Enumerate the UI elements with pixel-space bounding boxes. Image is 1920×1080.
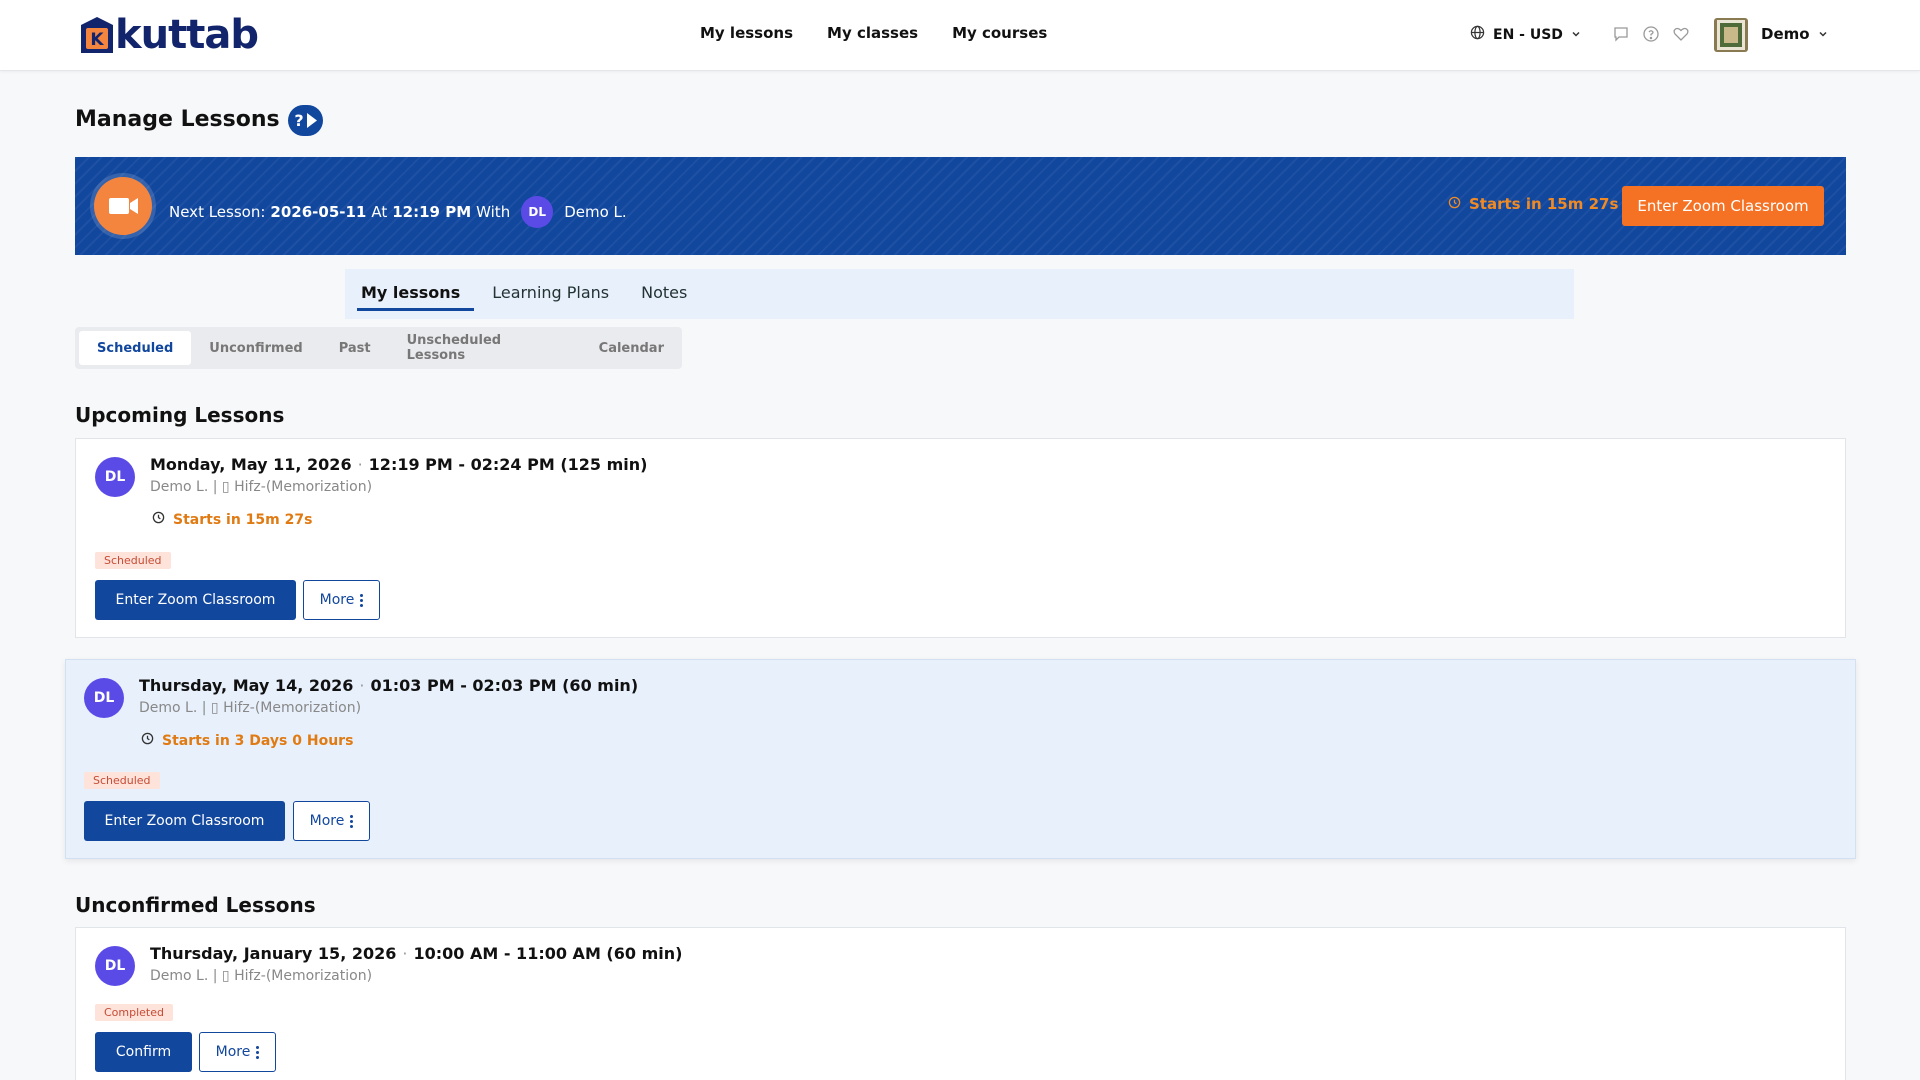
next-lesson-time: 12:19 PM [392, 203, 472, 221]
more-button-label: More [215, 1044, 251, 1060]
subtab-unscheduled-lessons[interactable]: Unscheduled Lessons [389, 331, 581, 365]
teacher-name: Demo L. [564, 203, 627, 221]
next-lesson-at: At [371, 203, 388, 221]
teacher-avatar: DL [95, 457, 135, 497]
lesson-card: DL Thursday, January 15, 2026 · 10:00 AM -… [75, 927, 1846, 1080]
status-badge: Completed [95, 1004, 173, 1021]
teacher-avatar: DL [95, 946, 135, 986]
nav-my-courses[interactable]: My courses [952, 24, 1047, 42]
language-currency-label: EN - USD [1493, 26, 1563, 43]
status-badge: Scheduled [95, 552, 171, 569]
enter-zoom-classroom-button[interactable]: Enter Zoom Classroom [1622, 186, 1824, 226]
teacher-avatar: DL [521, 196, 554, 228]
lesson-datetime: Monday, May 11, 2026 · 12:19 PM - 02:24 PM… [150, 455, 648, 474]
next-lesson-prefix: Next Lesson: [169, 203, 266, 221]
more-button-label: More [309, 813, 345, 829]
logo-mark-icon: K [77, 15, 117, 55]
lesson-countdown: Starts in 15m 27s [152, 511, 312, 528]
question-mark-glyph: ? [294, 111, 303, 130]
enter-zoom-classroom-button[interactable]: Enter Zoom Classroom [95, 580, 296, 620]
help-circle-icon[interactable] [1642, 25, 1660, 47]
lesson-date: Thursday, May 14, 2026 [139, 676, 354, 695]
lesson-countdown: Starts in 3 Days 0 Hours [141, 732, 353, 749]
lesson-date: Monday, May 11, 2026 [150, 455, 352, 474]
lesson-countdown-text: Starts in 15m 27s [173, 511, 313, 528]
next-lesson-text: Next Lesson: 2026-05-11 At 12:19 PM With… [169, 196, 627, 228]
language-currency-selector[interactable]: EN - USD [1470, 25, 1581, 44]
tab-learning-plans[interactable]: Learning Plans [488, 269, 623, 319]
chat-icon[interactable] [1612, 25, 1630, 47]
banner-countdown-text: Starts in 15m 27s [1469, 195, 1619, 213]
unconfirmed-lessons-heading: Unconfirmed Lessons [75, 893, 316, 917]
subtab-scheduled[interactable]: Scheduled [79, 331, 192, 365]
more-button[interactable]: More [293, 801, 370, 841]
more-button[interactable]: More [303, 580, 380, 620]
kebab-icon [360, 593, 364, 607]
globe-icon [1470, 25, 1485, 44]
lesson-teacher-course: Demo L. | ▯ Hifz-(Memorization) [150, 968, 373, 984]
lesson-teacher-course: Demo L. | ▯ Hifz-(Memorization) [139, 700, 362, 716]
kebab-icon [256, 1045, 260, 1059]
lesson-datetime: Thursday, May 14, 2026 · 01:03 PM - 02:03 … [139, 676, 639, 695]
lesson-time: 01:03 PM - 02:03 PM (60 min) [370, 676, 639, 695]
lesson-time: 12:19 PM - 02:24 PM (125 min) [368, 455, 648, 474]
clock-icon [152, 511, 165, 528]
play-icon [307, 113, 317, 128]
upcoming-lessons-heading: Upcoming Lessons [75, 403, 285, 427]
main-nav: My lessons My classes My courses [700, 24, 1047, 42]
enter-zoom-classroom-button[interactable]: Enter Zoom Classroom [84, 801, 285, 841]
subtab-unconfirmed[interactable]: Unconfirmed [191, 331, 320, 365]
lesson-date: Thursday, January 15, 2026 [150, 944, 397, 963]
logo-wordmark: kuttab [115, 12, 259, 58]
lesson-countdown-text: Starts in 3 Days 0 Hours [162, 732, 354, 749]
user-menu[interactable]: Demo [1761, 25, 1828, 43]
teacher-avatar: DL [84, 678, 124, 718]
lesson-status-filter: Scheduled Unconfirmed Past Unscheduled L… [75, 327, 682, 369]
lesson-tabs: My lessons Learning Plans Notes [345, 269, 1574, 319]
kuttab-logo[interactable]: K kuttab [77, 12, 259, 58]
lesson-datetime: Thursday, January 15, 2026 · 10:00 AM - 11… [150, 944, 683, 963]
tab-notes[interactable]: Notes [637, 269, 701, 319]
top-navbar: K kuttab My lessons My classes My course… [0, 0, 1920, 71]
lesson-card-highlighted: DL Thursday, May 14, 2026 · 01:03 PM - 02:… [65, 659, 1856, 859]
next-lesson-banner: Next Lesson: 2026-05-11 At 12:19 PM With… [75, 157, 1846, 255]
more-button[interactable]: More [199, 1032, 276, 1072]
svg-text:K: K [90, 30, 104, 50]
lesson-card: DL Monday, May 11, 2026 · 12:19 PM - 02:24… [75, 438, 1846, 638]
chevron-down-icon [1571, 27, 1581, 43]
chevron-down-icon [1818, 25, 1828, 43]
status-badge: Scheduled [84, 772, 160, 789]
user-avatar[interactable] [1714, 18, 1748, 52]
more-button-label: More [319, 592, 355, 608]
next-lesson-date: 2026-05-11 [270, 203, 367, 221]
kebab-icon [350, 814, 354, 828]
help-video-button[interactable]: ? [288, 105, 323, 136]
lesson-time: 10:00 AM - 11:00 AM (60 min) [413, 944, 683, 963]
banner-countdown: Starts in 15m 27s [1448, 195, 1618, 213]
next-lesson-with: With [476, 203, 511, 221]
page-title: Manage Lessons [75, 107, 280, 132]
nav-my-classes[interactable]: My classes [827, 24, 918, 42]
video-camera-icon [94, 177, 152, 235]
heart-icon[interactable] [1672, 25, 1690, 47]
clock-icon [141, 732, 154, 749]
header-icons [1612, 25, 1690, 47]
lesson-teacher-course: Demo L. | ▯ Hifz-(Memorization) [150, 479, 373, 495]
nav-my-lessons[interactable]: My lessons [700, 24, 793, 42]
user-name: Demo [1761, 25, 1810, 43]
tab-my-lessons[interactable]: My lessons [357, 269, 475, 319]
subtab-calendar[interactable]: Calendar [581, 331, 682, 365]
confirm-button[interactable]: Confirm [95, 1032, 192, 1072]
clock-icon [1448, 195, 1461, 213]
subtab-past[interactable]: Past [321, 331, 389, 365]
